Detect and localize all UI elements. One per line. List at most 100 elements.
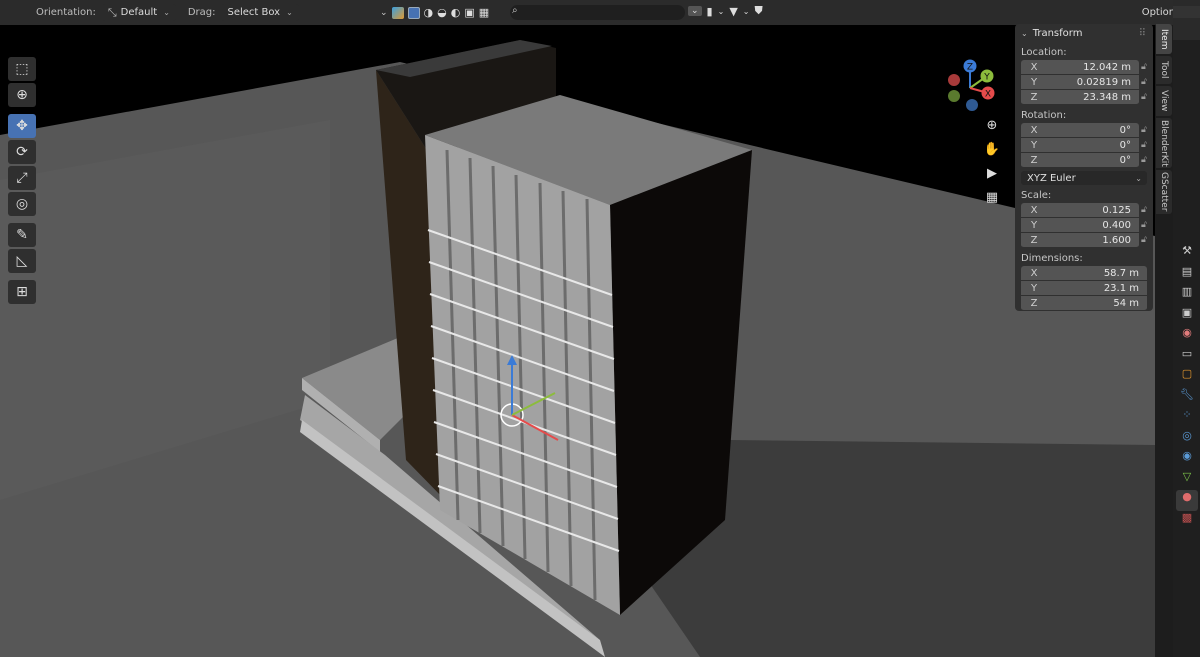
physics-icon[interactable]: ◎ — [1176, 429, 1198, 450]
scale-x-value: 0.125 — [1102, 204, 1131, 216]
transform-icon: ◎ — [15, 196, 29, 212]
rotate-tool-button[interactable]: ⟳ — [8, 140, 36, 164]
add-cube-tool-button[interactable]: ⊞ — [8, 280, 36, 304]
location-y-field[interactable]: Y 0.02819 m 🔓︎ — [1021, 75, 1147, 90]
shading-material-icon[interactable]: ◒ — [437, 6, 447, 19]
object-type-icon[interactable] — [391, 6, 404, 19]
dimensions-z-field[interactable]: Z 54 m — [1021, 296, 1147, 311]
cursor-tool-button[interactable]: ⊕ — [8, 83, 36, 107]
location-label: Location: — [1021, 47, 1067, 58]
drag-label: Drag: — [187, 7, 216, 18]
modifier-wrench-icon[interactable]: 🔧︎ — [1176, 388, 1198, 409]
output-icon[interactable]: ▥ — [1176, 285, 1198, 306]
outliner-row[interactable] — [1173, 6, 1200, 18]
tab-tool[interactable]: Tool — [1156, 56, 1172, 84]
image-icon[interactable]: ▣ — [464, 6, 474, 19]
constraints-icon[interactable]: ◉ — [1176, 449, 1198, 470]
scale-icon: ⤢ — [16, 170, 28, 186]
render-icon[interactable]: ▤ — [1176, 265, 1198, 286]
shading-solid-icon[interactable]: ◑ — [424, 6, 434, 19]
shield-icon[interactable]: ⛊ — [754, 4, 762, 18]
dimensions-y-field[interactable]: Y 23.1 m — [1021, 281, 1147, 296]
annotate-tool-button[interactable]: ✎ — [8, 223, 36, 247]
select-box-tool-button[interactable]: ⬚ — [8, 57, 36, 81]
axis-label: Y — [1030, 76, 1038, 88]
location-z-field[interactable]: Z 23.348 m 🔓︎ — [1021, 90, 1147, 105]
lock-icon[interactable]: 🔓︎ — [1141, 92, 1147, 102]
transform-title: Transform — [1032, 27, 1083, 39]
tab-blenderkit[interactable]: BlenderKit — [1156, 118, 1172, 168]
3d-viewport[interactable]: ⬚ ⊕ ✥ ⟳ ⤢ ◎ ✎ ◺ ⊞ Z Y X ⊕ ✋ ▶ ▦ — [0, 25, 1155, 657]
world-icon[interactable]: ▭ — [1176, 347, 1198, 368]
navigation-controls: ⊕ ✋ ▶ ▦ — [982, 118, 1002, 214]
scale-y-value: 0.400 — [1102, 219, 1131, 231]
transform-tool-button[interactable]: ◎ — [8, 192, 36, 216]
scale-z-field[interactable]: Z 1.600 🔓︎ — [1021, 233, 1147, 248]
shading-rendered-icon[interactable]: ◐ — [451, 6, 461, 19]
rotation-y-field[interactable]: Y 0° 🔓︎ — [1021, 138, 1147, 153]
gizmo-z-label: Z — [967, 63, 973, 73]
lock-icon[interactable]: 🔓︎ — [1141, 125, 1147, 135]
axis-label: Y — [1030, 282, 1038, 294]
filter-icon[interactable]: ▼ — [729, 5, 737, 18]
pan-hand-icon[interactable]: ✋ — [982, 142, 1002, 166]
rotation-z-field[interactable]: Z 0° 🔓︎ — [1021, 153, 1147, 168]
texture-icon[interactable]: ▩ — [1176, 511, 1198, 532]
object-icon[interactable]: ▢ — [1176, 367, 1198, 388]
selectable-toggle-icon[interactable] — [407, 6, 420, 19]
view-layer-icon[interactable]: ▣ — [1176, 306, 1198, 327]
axis-label: X — [1030, 124, 1038, 136]
tool-settings-icon[interactable]: ⚒ — [1176, 244, 1198, 265]
drag-dropdown[interactable]: Select Box ⌄ — [221, 4, 299, 21]
scene-icon[interactable]: ◉ — [1176, 326, 1198, 347]
rotation-label: Rotation: — [1021, 110, 1067, 121]
bookmark-icon[interactable]: ▮ — [707, 5, 713, 18]
view-options-chevron-icon[interactable]: ⌄ — [380, 8, 388, 18]
chevron-down-icon[interactable]: ⌄ — [718, 7, 725, 16]
orientation-dropdown[interactable]: ⤡ Default ⌄ — [101, 4, 176, 21]
drag-handle-icon[interactable]: ⠿ — [1139, 28, 1147, 39]
rotation-x-field[interactable]: X 0° 🔓︎ — [1021, 123, 1147, 138]
transform-panel-header[interactable]: ⌄ Transform ⠿ — [1015, 24, 1153, 42]
axis-label: Z — [1030, 154, 1038, 166]
dimensions-x-field[interactable]: X 58.7 m — [1021, 266, 1147, 281]
rotation-mode-dropdown[interactable]: XYZ Euler ⌄ — [1021, 171, 1147, 185]
lock-icon[interactable]: 🔓︎ — [1141, 155, 1147, 165]
orientation-label: Orientation: — [36, 7, 96, 18]
lock-icon[interactable]: 🔓︎ — [1141, 77, 1147, 87]
dimensions-x-value: 58.7 m — [1103, 267, 1139, 279]
dimensions-label: Dimensions: — [1021, 253, 1083, 264]
ortho-grid-icon[interactable]: ▦ — [982, 190, 1002, 214]
search-input[interactable] — [510, 5, 685, 20]
scale-tool-button[interactable]: ⤢ — [8, 166, 36, 190]
grid-overlay-icon[interactable]: ▦ — [479, 6, 489, 19]
lock-icon[interactable]: 🔓︎ — [1141, 205, 1147, 215]
collapse-chevron-icon[interactable]: ⌄ — [688, 6, 702, 16]
scale-z-value: 1.600 — [1102, 234, 1131, 246]
move-tool-button[interactable]: ✥ — [8, 114, 36, 138]
tab-item[interactable]: Item — [1156, 24, 1172, 54]
measure-tool-button[interactable]: ◺ — [8, 249, 36, 273]
scale-x-field[interactable]: X 0.125 🔓︎ — [1021, 203, 1147, 218]
location-x-field[interactable]: X 12.042 m 🔓︎ — [1021, 60, 1147, 75]
tab-view[interactable]: View — [1156, 86, 1172, 116]
location-z-value: 23.348 m — [1083, 91, 1131, 103]
particles-icon[interactable]: ⁘ — [1176, 408, 1198, 429]
lock-icon[interactable]: 🔓︎ — [1141, 220, 1147, 230]
chevron-down-icon[interactable]: ⌄ — [743, 7, 750, 16]
material-icon[interactable]: ● — [1176, 490, 1198, 511]
lock-icon[interactable]: 🔓︎ — [1141, 62, 1147, 72]
scale-label: Scale: — [1021, 190, 1052, 201]
axis-label: Z — [1030, 91, 1038, 103]
lock-icon[interactable]: 🔓︎ — [1141, 140, 1147, 150]
camera-icon[interactable]: ▶ — [982, 166, 1002, 190]
zoom-icon[interactable]: ⊕ — [982, 118, 1002, 142]
lock-icon[interactable]: 🔓︎ — [1141, 235, 1147, 245]
scale-y-field[interactable]: Y 0.400 🔓︎ — [1021, 218, 1147, 233]
object-data-icon[interactable]: ▽ — [1176, 470, 1198, 491]
tool-shelf: ⬚ ⊕ ✥ ⟳ ⤢ ◎ ✎ ◺ ⊞ — [8, 57, 38, 306]
rotation-y-value: 0° — [1119, 139, 1131, 151]
navigation-gizmo[interactable]: Z Y X — [940, 58, 1000, 118]
location-y-value: 0.02819 m — [1076, 76, 1131, 88]
tab-gscatter[interactable]: GScatter — [1156, 170, 1172, 214]
